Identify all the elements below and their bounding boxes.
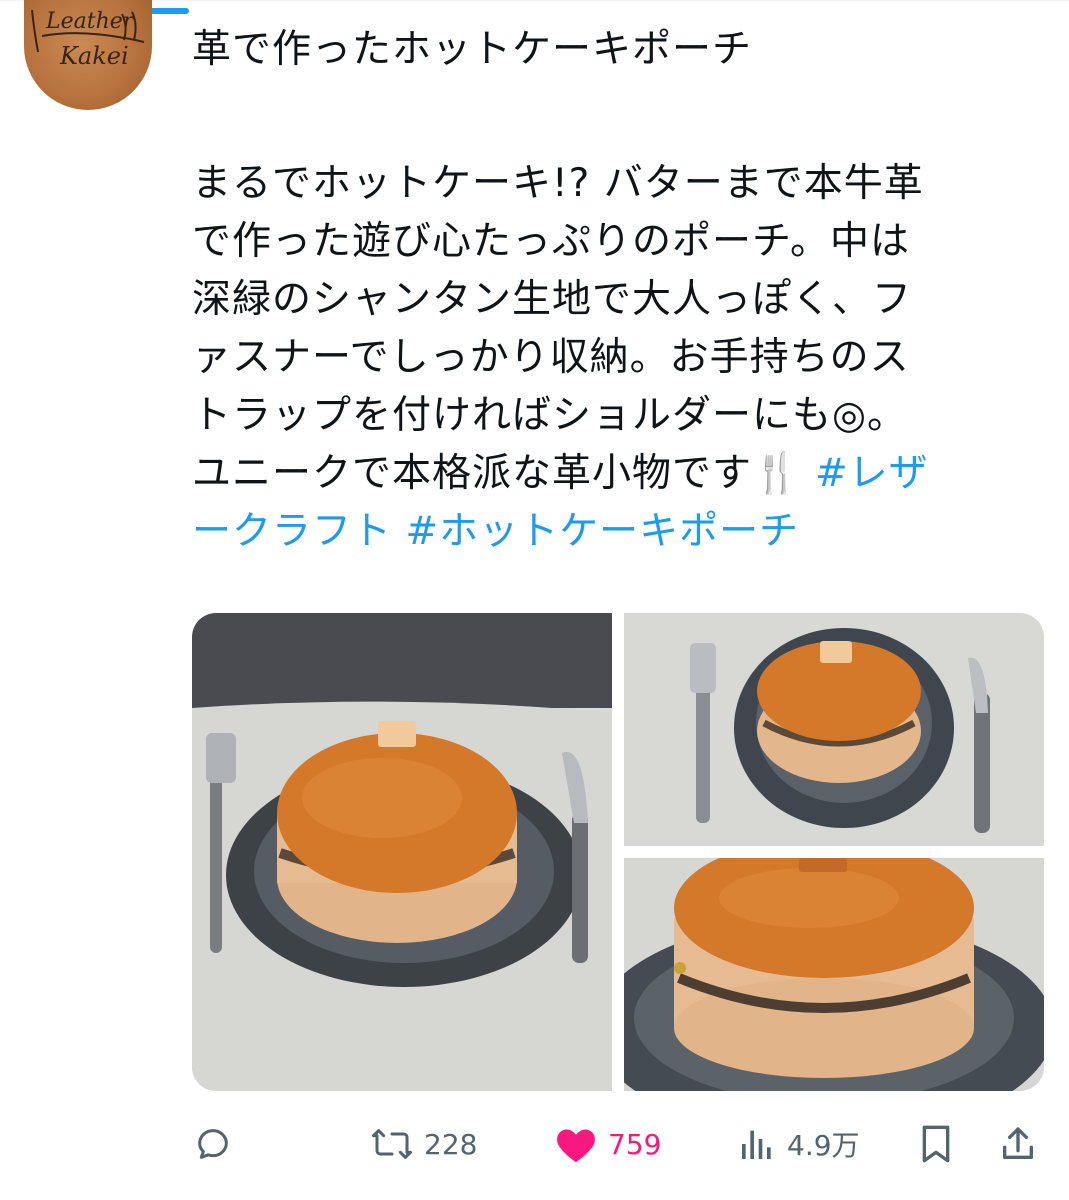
photo-pancake-pouch-top[interactable] xyxy=(624,613,1044,846)
bookmark-icon xyxy=(922,1125,950,1163)
avatar-text-line2: Kakei xyxy=(59,42,129,70)
views-chart-icon xyxy=(742,1130,771,1159)
avatar[interactable]: Leather Kakei xyxy=(24,0,152,110)
share-button[interactable] xyxy=(998,1112,1038,1176)
photo-pancake-pouch-closeup[interactable] xyxy=(624,858,1044,1091)
media-grid xyxy=(192,613,1044,1091)
reply-icon xyxy=(198,1129,228,1159)
views-count: 4.9万 xyxy=(787,1129,860,1162)
views-button[interactable]: 4.9万 xyxy=(737,1112,860,1176)
top-divider xyxy=(0,0,1069,1)
bookmark-button[interactable] xyxy=(918,1112,954,1176)
hashtag-hotcake-pouch[interactable]: #ホットケーキポーチ xyxy=(405,509,799,554)
post-body: まるでホットケーキ!? バターまで本牛革 で作った遊び心たっぷりのポーチ。中は … xyxy=(192,155,1042,561)
share-icon xyxy=(1003,1127,1033,1159)
reply-button[interactable] xyxy=(193,1112,233,1176)
retweet-count: 228 xyxy=(424,1127,478,1161)
photo-pancake-pouch-main[interactable] xyxy=(192,613,612,1091)
heart-icon xyxy=(557,1129,595,1163)
post-title: 革で作ったホットケーキポーチ xyxy=(192,27,753,72)
action-bar: 228 759 4.9万 xyxy=(0,1112,1069,1176)
like-button[interactable]: 759 xyxy=(554,1112,661,1176)
post-body-text: まるでホットケーキ!? バターまで本牛革 で作った遊び心たっぷりのポーチ。中は … xyxy=(192,161,924,496)
retweet-button[interactable]: 228 xyxy=(370,1112,477,1176)
like-count: 759 xyxy=(608,1127,662,1161)
retweet-icon xyxy=(372,1129,412,1159)
avatar-text-line1: Leather xyxy=(45,9,135,34)
